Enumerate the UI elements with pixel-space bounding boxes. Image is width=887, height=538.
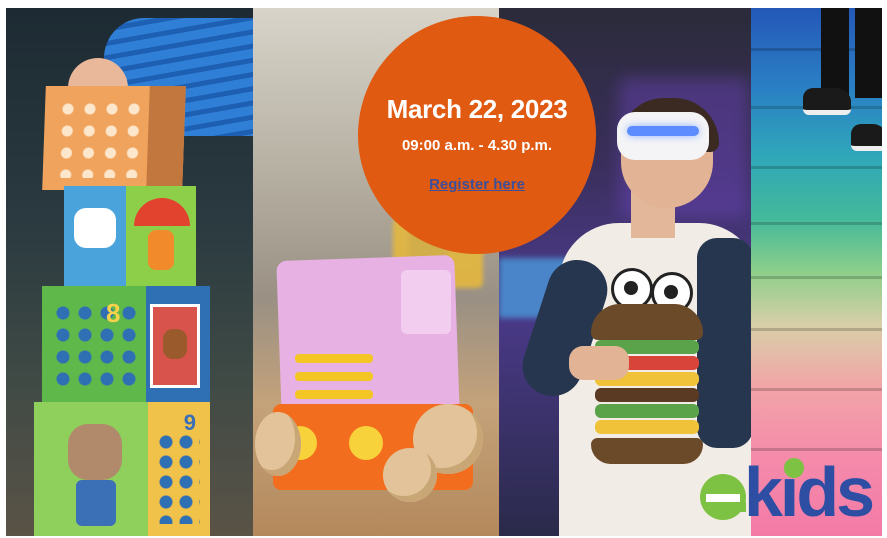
event-time: 09:00 a.m. - 4.30 p.m. xyxy=(401,137,553,154)
ekids-logo: kids xyxy=(700,453,884,531)
logo-e-mark xyxy=(700,474,746,520)
event-date: March 22, 2023 xyxy=(386,94,568,124)
photo-toy-blocks: 8 9 xyxy=(6,8,253,536)
register-link[interactable]: Register here xyxy=(429,176,525,193)
event-info-circle: March 22, 2023 09:00 a.m. - 4.30 p.m. Re… xyxy=(358,16,596,254)
logo-wordmark: kids xyxy=(744,453,875,531)
logo-dot xyxy=(784,458,804,478)
